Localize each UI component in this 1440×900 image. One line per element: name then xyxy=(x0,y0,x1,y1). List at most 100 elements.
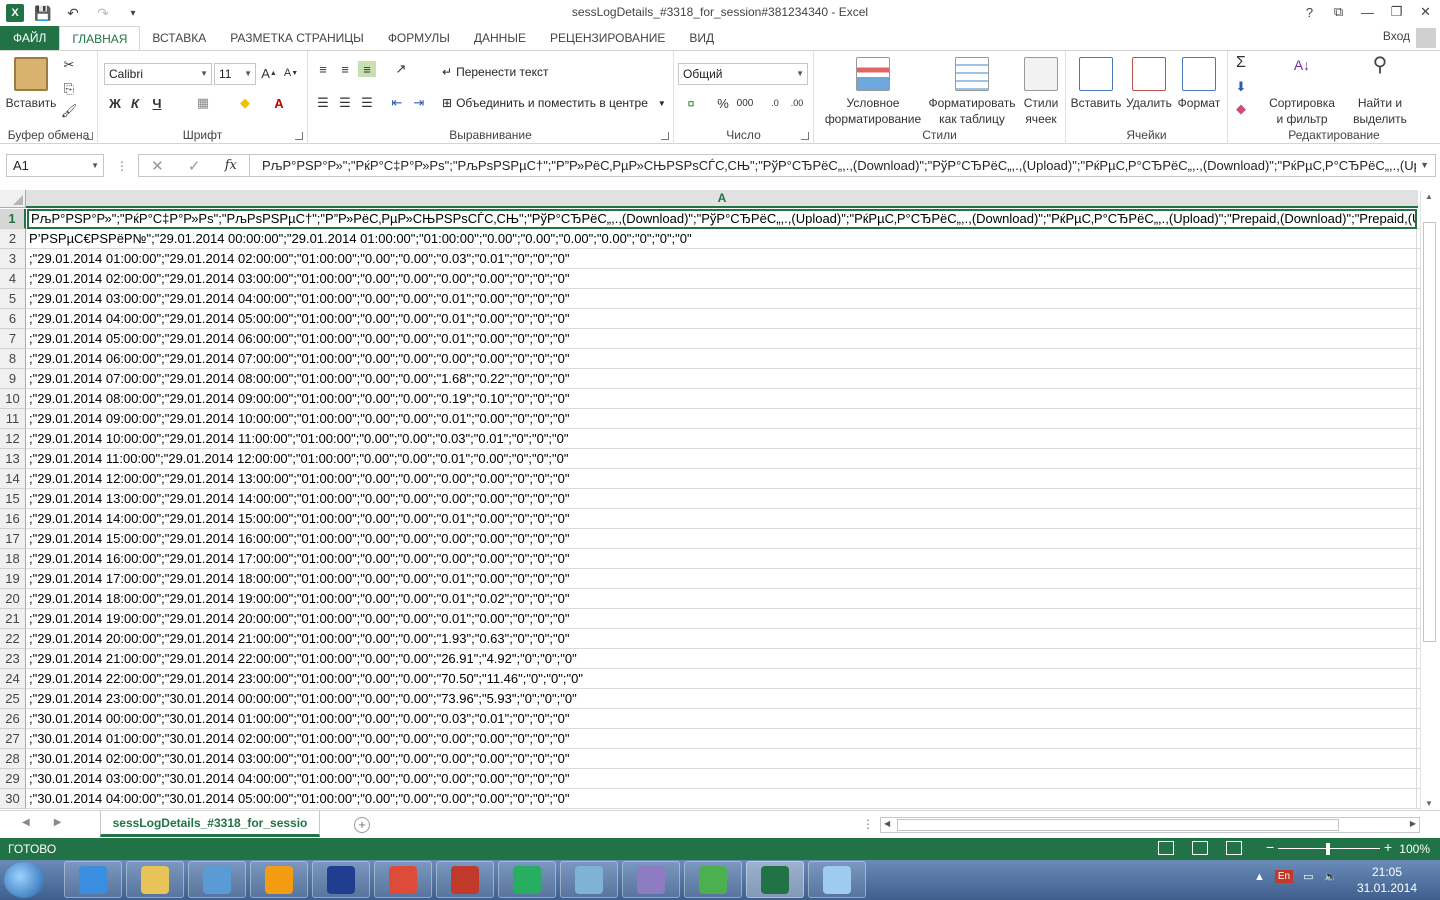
cell[interactable]: ;"29.01.2014 14:00:00";"29.01.2014 15:00… xyxy=(27,509,1417,529)
language-indicator[interactable]: En xyxy=(1274,870,1294,883)
cell[interactable]: ;"29.01.2014 12:00:00";"29.01.2014 13:00… xyxy=(27,469,1417,489)
paste-button[interactable]: Вставить xyxy=(4,57,58,111)
vertical-scrollbar[interactable]: ▲ ▼ xyxy=(1420,190,1438,810)
customize-qat-icon[interactable]: ▾ xyxy=(122,3,144,23)
number-launcher-icon[interactable] xyxy=(801,132,809,140)
increase-font-icon[interactable]: A ▲ xyxy=(260,65,278,81)
taskbar-internet-explorer[interactable] xyxy=(64,861,122,898)
page-break-view-icon[interactable] xyxy=(1226,841,1242,855)
row-header[interactable]: 26 xyxy=(0,709,26,729)
decrease-decimal-icon[interactable]: .00 xyxy=(788,95,806,111)
formula-bar-resize-handle[interactable]: ⋮ xyxy=(116,159,128,173)
normal-view-icon[interactable] xyxy=(1158,841,1174,855)
cell[interactable]: ;"30.01.2014 01:00:00";"30.01.2014 02:00… xyxy=(27,729,1417,749)
align-middle-icon[interactable]: ≡ xyxy=(336,61,354,77)
sheet-nav-arrows-icon[interactable]: ◀▶ xyxy=(22,817,85,828)
row-header[interactable]: 28 xyxy=(0,749,26,769)
expand-formula-bar-icon[interactable]: ▼ xyxy=(1416,155,1429,176)
format-as-table-button[interactable]: Форматировать как таблицу xyxy=(926,57,1018,127)
page-layout-view-icon[interactable] xyxy=(1192,841,1208,855)
row-header[interactable]: 27 xyxy=(0,729,26,749)
enter-icon[interactable]: ✓ xyxy=(188,157,201,175)
tray-expand-icon[interactable]: ▲ xyxy=(1254,871,1265,883)
row-header[interactable]: 14 xyxy=(0,469,26,489)
scroll-left-icon[interactable]: ◀ xyxy=(884,819,890,828)
cell[interactable]: ;"30.01.2014 00:00:00";"30.01.2014 01:00… xyxy=(27,709,1417,729)
cell[interactable]: ;"29.01.2014 05:00:00";"29.01.2014 06:00… xyxy=(27,329,1417,349)
row-header[interactable]: 19 xyxy=(0,569,26,589)
sign-in-link[interactable]: Вход xyxy=(1383,29,1410,43)
row-header[interactable]: 15 xyxy=(0,489,26,509)
row-header[interactable]: 2 xyxy=(0,229,26,249)
taskbar-notepad[interactable] xyxy=(560,861,618,898)
cell[interactable]: ;"30.01.2014 03:00:00";"30.01.2014 04:00… xyxy=(27,769,1417,789)
format-cells-button[interactable]: Формат xyxy=(1174,57,1224,111)
start-button[interactable] xyxy=(4,862,44,898)
tab-review[interactable]: РЕЦЕНЗИРОВАНИЕ xyxy=(538,26,677,50)
increase-indent-icon[interactable]: ⇥ xyxy=(410,95,428,111)
tab-formulas[interactable]: ФОРМУЛЫ xyxy=(376,26,462,50)
network-icon[interactable]: ▭ xyxy=(1303,870,1313,883)
fill-icon[interactable]: ⬇ xyxy=(1232,79,1250,95)
cell[interactable]: РљР°РЅР°Р»";"РќР°С‡Р°Р»Рѕ";"РљРѕРЅРµС†";… xyxy=(27,209,1417,229)
column-header-a[interactable]: A xyxy=(26,190,1418,208)
close-button[interactable]: ✕ xyxy=(1411,0,1440,24)
taskbar-globe[interactable] xyxy=(684,861,742,898)
row-header[interactable]: 29 xyxy=(0,769,26,789)
tab-insert[interactable]: ВСТАВКА xyxy=(140,26,218,50)
row-header[interactable]: 21 xyxy=(0,609,26,629)
insert-function-icon[interactable]: fx xyxy=(225,158,237,173)
merge-center-button[interactable]: ⊞ Объединить и поместить в центре ▼ xyxy=(442,96,666,110)
cell[interactable]: ;"29.01.2014 02:00:00";"29.01.2014 03:00… xyxy=(27,269,1417,289)
row-header[interactable]: 25 xyxy=(0,689,26,709)
align-left-icon[interactable]: ☰ xyxy=(314,95,332,111)
font-name-select[interactable]: Calibri ▼ xyxy=(104,63,212,85)
horizontal-scroll-thumb[interactable] xyxy=(897,819,1339,831)
horizontal-scrollbar[interactable]: ◀ ▶ xyxy=(880,817,1420,833)
name-box[interactable]: A1 ▼ xyxy=(6,154,104,177)
cell[interactable]: ;"29.01.2014 09:00:00";"29.01.2014 10:00… xyxy=(27,409,1417,429)
align-center-icon[interactable]: ☰ xyxy=(336,95,354,111)
decrease-font-icon[interactable]: A ▼ xyxy=(282,65,300,81)
undo-icon[interactable]: ↶ xyxy=(62,3,84,23)
scroll-right-icon[interactable]: ▶ xyxy=(1410,819,1416,828)
percent-icon[interactable]: % xyxy=(714,95,732,111)
add-sheet-icon[interactable]: + xyxy=(354,817,370,833)
volume-icon[interactable]: 🔈 xyxy=(1324,870,1338,883)
delete-cells-button[interactable]: Удалить xyxy=(1124,57,1174,111)
cell[interactable]: ;"29.01.2014 08:00:00";"29.01.2014 09:00… xyxy=(27,389,1417,409)
cell[interactable]: ;"29.01.2014 16:00:00";"29.01.2014 17:00… xyxy=(27,549,1417,569)
fill-color-icon[interactable]: ◆ xyxy=(236,95,254,111)
row-header[interactable]: 20 xyxy=(0,589,26,609)
font-color-icon[interactable]: A xyxy=(270,95,288,111)
row-header[interactable]: 7 xyxy=(0,329,26,349)
minimize-button[interactable]: — xyxy=(1353,0,1382,24)
formula-input[interactable]: РљР°РЅР°Р»";"РќР°С‡Р°Р»Рѕ";"РљРѕРЅРµС†";… xyxy=(250,154,1436,177)
cell[interactable]: ;"29.01.2014 23:00:00";"30.01.2014 00:00… xyxy=(27,689,1417,709)
cell[interactable]: ;"29.01.2014 01:00:00";"29.01.2014 02:00… xyxy=(27,249,1417,269)
cell[interactable]: ;"29.01.2014 04:00:00";"29.01.2014 05:00… xyxy=(27,309,1417,329)
find-select-button[interactable]: ⚲ Найти и выделить xyxy=(1342,55,1418,127)
row-header[interactable]: 4 xyxy=(0,269,26,289)
taskbar-app-orange[interactable] xyxy=(250,861,308,898)
tab-file[interactable]: ФАЙЛ xyxy=(0,26,60,50)
redo-icon[interactable]: ↷ xyxy=(92,3,114,23)
row-header[interactable]: 24 xyxy=(0,669,26,689)
currency-icon[interactable]: ¤ xyxy=(682,95,700,111)
scroll-down-icon[interactable]: ▼ xyxy=(1425,799,1433,808)
sheet-tab[interactable]: sessLogDetails_#3318_for_sessio xyxy=(100,811,320,837)
cell[interactable]: Р’РЅРµС€РЅРёР№";"29.01.2014 00:00:00";"2… xyxy=(27,229,1417,249)
cell[interactable]: ;"29.01.2014 15:00:00";"29.01.2014 16:00… xyxy=(27,529,1417,549)
cell[interactable]: ;"30.01.2014 02:00:00";"30.01.2014 03:00… xyxy=(27,749,1417,769)
row-header[interactable]: 16 xyxy=(0,509,26,529)
zoom-level[interactable]: 100% xyxy=(1399,842,1430,856)
increase-decimal-icon[interactable]: .0 xyxy=(766,95,784,111)
cell[interactable]: ;"29.01.2014 22:00:00";"29.01.2014 23:00… xyxy=(27,669,1417,689)
ribbon-display-options-button[interactable]: ⧉ xyxy=(1324,0,1353,24)
orientation-icon[interactable]: ↗ xyxy=(392,61,410,77)
align-top-icon[interactable]: ≡ xyxy=(314,61,332,77)
row-header[interactable]: 23 xyxy=(0,649,26,669)
decrease-indent-icon[interactable]: ⇤ xyxy=(388,95,406,111)
row-header[interactable]: 30 xyxy=(0,789,26,809)
cell[interactable]: ;"29.01.2014 11:00:00";"29.01.2014 12:00… xyxy=(27,449,1417,469)
